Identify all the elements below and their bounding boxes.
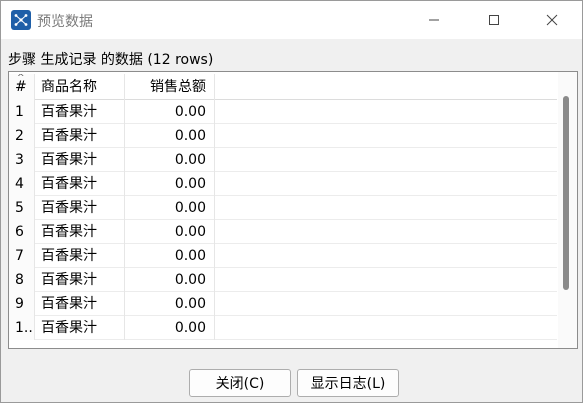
table-row[interactable]: 6 百香果汁 0.00 <box>9 220 557 244</box>
row-sales: 0.00 <box>125 196 215 220</box>
row-name: 百香果汁 <box>35 220 125 244</box>
step-label: 步骤 生成记录 的数据 (12 rows) <box>8 52 214 68</box>
table-row[interactable]: 2 百香果汁 0.00 <box>9 124 557 148</box>
row-index: 6 <box>9 220 35 244</box>
scrollbar-thumb[interactable] <box>563 96 569 290</box>
maximize-icon <box>489 15 499 25</box>
row-sales: 0.00 <box>125 244 215 268</box>
table-row[interactable]: 5 百香果汁 0.00 <box>9 196 557 220</box>
minimize-icon <box>429 19 439 21</box>
row-name: 百香果汁 <box>35 292 125 316</box>
row-index: 7 <box>9 244 35 268</box>
row-sales: 0.00 <box>125 100 215 124</box>
preview-data-window: 预览数据 步骤 生成记录 的数据 (12 rows) ^ # 商品名称 销售总额… <box>0 0 583 403</box>
row-index: 4 <box>9 172 35 196</box>
row-name: 百香果汁 <box>35 316 125 340</box>
table-row[interactable]: 7 百香果汁 0.00 <box>9 244 557 268</box>
row-sales: 0.00 <box>125 268 215 292</box>
column-header-name[interactable]: 商品名称 <box>35 74 125 100</box>
row-index: 3 <box>9 148 35 172</box>
row-name: 百香果汁 <box>35 148 125 172</box>
row-index: 1.. <box>9 316 35 340</box>
row-name: 百香果汁 <box>35 100 125 124</box>
show-log-button[interactable]: 显示日志(L) <box>297 369 399 397</box>
title-bar[interactable]: 预览数据 <box>1 1 582 39</box>
row-index: 1 <box>9 100 35 124</box>
close-icon <box>546 14 558 26</box>
row-name: 百香果汁 <box>35 244 125 268</box>
row-sales: 0.00 <box>125 292 215 316</box>
vertical-scrollbar[interactable] <box>558 72 577 348</box>
table-row[interactable]: 1.. 百香果汁 0.00 <box>9 316 557 340</box>
table-header: ^ # 商品名称 销售总额 <box>9 72 557 100</box>
row-name: 百香果汁 <box>35 124 125 148</box>
app-network-icon <box>11 10 31 30</box>
row-sales: 0.00 <box>125 316 215 340</box>
table-row[interactable]: 9 百香果汁 0.00 <box>9 292 557 316</box>
table-row[interactable]: 3 百香果汁 0.00 <box>9 148 557 172</box>
row-sales: 0.00 <box>125 172 215 196</box>
table-row[interactable]: 8 百香果汁 0.00 <box>9 268 557 292</box>
row-index: 8 <box>9 268 35 292</box>
close-button[interactable]: 关闭(C) <box>189 369 291 397</box>
row-name: 百香果汁 <box>35 172 125 196</box>
row-index: 2 <box>9 124 35 148</box>
row-name: 百香果汁 <box>35 196 125 220</box>
row-index: 9 <box>9 292 35 316</box>
table-row[interactable]: 1 百香果汁 0.00 <box>9 100 557 124</box>
table-row[interactable]: 4 百香果汁 0.00 <box>9 172 557 196</box>
row-sales: 0.00 <box>125 220 215 244</box>
window-title: 预览数据 <box>37 14 93 30</box>
sort-caret-icon: ^ <box>17 74 25 83</box>
data-table[interactable]: ^ # 商品名称 销售总额 1 百香果汁 0.00 2 百香果汁 0.00 3 … <box>8 71 578 349</box>
maximize-button[interactable] <box>471 1 517 39</box>
row-sales: 0.00 <box>125 124 215 148</box>
close-window-button[interactable] <box>529 1 575 39</box>
column-header-index[interactable]: ^ # <box>9 74 35 100</box>
row-index: 5 <box>9 196 35 220</box>
minimize-button[interactable] <box>411 1 457 39</box>
column-header-filler <box>215 74 557 100</box>
row-name: 百香果汁 <box>35 268 125 292</box>
column-header-sales[interactable]: 销售总额 <box>125 74 215 100</box>
row-sales: 0.00 <box>125 148 215 172</box>
